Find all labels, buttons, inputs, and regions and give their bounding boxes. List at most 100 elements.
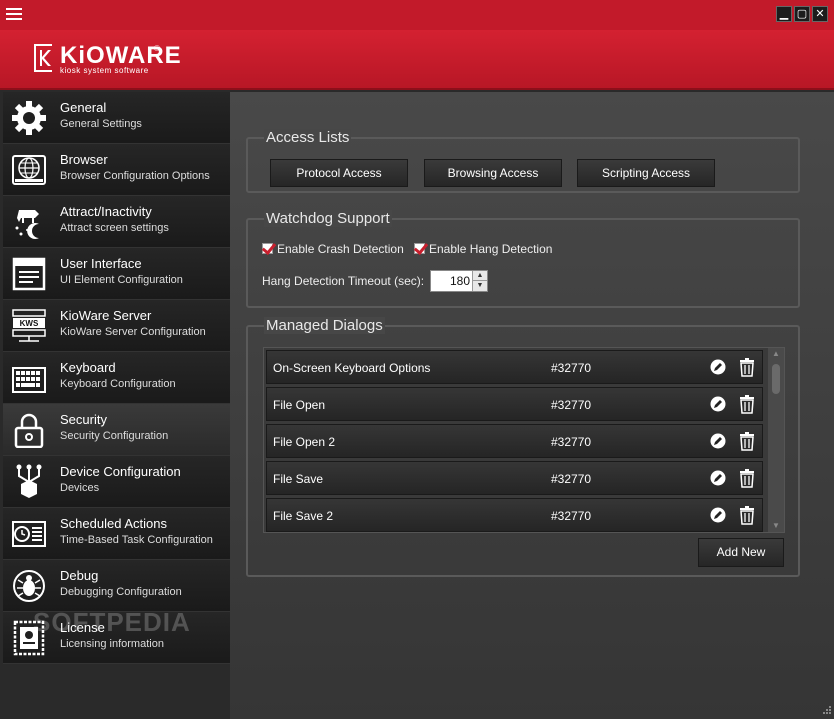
dialog-id: #32770 bbox=[551, 435, 592, 449]
logo-mark-icon bbox=[34, 44, 52, 72]
sidebar-item-title: Debug bbox=[60, 568, 99, 583]
sidebar-item-subtitle: Attract screen settings bbox=[60, 222, 169, 234]
checkbox-label: Enable Hang Detection bbox=[429, 242, 553, 256]
resize-grip-icon[interactable] bbox=[821, 706, 831, 716]
dialogs-list: On-Screen Keyboard Options #32770 File O… bbox=[263, 347, 785, 533]
edit-icon[interactable] bbox=[710, 433, 726, 449]
browser-globe-icon bbox=[12, 155, 46, 185]
protocol-access-button[interactable]: Protocol Access bbox=[270, 159, 408, 187]
sidebar-item-subtitle: UI Element Configuration bbox=[60, 274, 183, 286]
main-panel: Access Lists Protocol Access Browsing Ac… bbox=[230, 92, 834, 719]
stepper-up-icon[interactable]: ▲ bbox=[472, 271, 487, 281]
keyboard-icon bbox=[12, 367, 46, 393]
sidebar-item-title: Scheduled Actions bbox=[60, 516, 167, 531]
sidebar-item-subtitle: General Settings bbox=[60, 118, 142, 130]
logo-tagline: kiosk system software bbox=[60, 66, 149, 75]
sidebar-item-user-interface[interactable]: User Interface UI Element Configuration bbox=[3, 248, 230, 300]
minimize-button[interactable]: ▁ bbox=[776, 6, 792, 22]
browsing-access-button[interactable]: Browsing Access bbox=[424, 159, 562, 187]
list-item[interactable]: On-Screen Keyboard Options #32770 bbox=[266, 350, 763, 384]
stepper-down-icon[interactable]: ▼ bbox=[472, 281, 487, 291]
sidebar-item-browser[interactable]: Browser Browser Configuration Options bbox=[3, 144, 230, 196]
access-lists-group: Access Lists Protocol Access Browsing Ac… bbox=[246, 129, 800, 193]
timeout-stepper[interactable]: ▲ ▼ bbox=[430, 270, 488, 292]
devices-icon bbox=[16, 464, 42, 498]
sidebar-item-subtitle: KioWare Server Configuration bbox=[60, 326, 206, 338]
dialog-id: #32770 bbox=[551, 361, 592, 375]
sidebar-item-security[interactable]: Security Security Configuration bbox=[3, 404, 230, 456]
sidebar-item-scheduled-actions[interactable]: Scheduled Actions Time-Based Task Config… bbox=[3, 508, 230, 560]
sidebar-item-title: General bbox=[60, 100, 107, 115]
list-item[interactable]: File Save #32770 bbox=[266, 461, 763, 495]
sidebar: General General Settings Browser Browser… bbox=[3, 92, 230, 664]
dialog-id: #32770 bbox=[551, 398, 592, 412]
sidebar-item-debug[interactable]: Debug Debugging Configuration bbox=[3, 560, 230, 612]
title-bar: ▁ ▢ ✕ bbox=[0, 0, 834, 30]
logo-registered: ® bbox=[154, 44, 160, 53]
server-badge: KWS bbox=[20, 319, 39, 328]
trash-icon[interactable] bbox=[739, 506, 755, 525]
edit-icon[interactable] bbox=[710, 359, 726, 375]
sidebar-item-subtitle: Browser Configuration Options bbox=[60, 170, 210, 182]
window-controls: ▁ ▢ ✕ bbox=[776, 6, 828, 22]
sidebar-item-title: User Interface bbox=[60, 256, 142, 271]
edit-icon[interactable] bbox=[710, 507, 726, 523]
sidebar-item-title: Device Configuration bbox=[60, 464, 181, 479]
kioware-logo: KiOWARE ® kiosk system software bbox=[30, 42, 181, 78]
brand-header: KiOWARE ® kiosk system software bbox=[0, 30, 834, 90]
watchdog-group: Watchdog Support Enable Crash Detection … bbox=[246, 210, 800, 308]
watermark: SOFTPEDIA bbox=[33, 607, 191, 637]
timeout-label: Hang Detection Timeout (sec): bbox=[262, 274, 425, 288]
maximize-button[interactable]: ▢ bbox=[794, 6, 810, 22]
sidebar-item-device-configuration[interactable]: Device Configuration Devices bbox=[3, 456, 230, 508]
dialogs-scrollbar[interactable]: ▲ ▼ bbox=[768, 348, 784, 532]
sidebar-item-title: KioWare Server bbox=[60, 308, 152, 323]
checkbox-label: Enable Crash Detection bbox=[277, 242, 404, 256]
scripting-access-button[interactable]: Scripting Access bbox=[577, 159, 715, 187]
sidebar-item-subtitle: Licensing information bbox=[60, 638, 164, 650]
trash-icon[interactable] bbox=[739, 432, 755, 451]
sidebar-item-attract[interactable]: Attract/Inactivity Attract screen settin… bbox=[3, 196, 230, 248]
sidebar-item-keyboard[interactable]: Keyboard Keyboard Configuration bbox=[3, 352, 230, 404]
dialog-id: #32770 bbox=[551, 509, 592, 523]
group-title: Managed Dialogs bbox=[264, 317, 385, 334]
dialog-name: On-Screen Keyboard Options bbox=[273, 361, 431, 375]
sidebar-item-kioware-server[interactable]: KWS KioWare Server KioWare Server Config… bbox=[3, 300, 230, 352]
sidebar-item-title: Attract/Inactivity bbox=[60, 204, 152, 219]
list-item[interactable]: File Open 2 #32770 bbox=[266, 424, 763, 458]
sidebar-item-title: Browser bbox=[60, 152, 108, 167]
scroll-up-icon[interactable]: ▲ bbox=[768, 348, 784, 360]
group-title: Watchdog Support bbox=[264, 210, 392, 227]
sidebar-item-general[interactable]: General General Settings bbox=[3, 92, 230, 144]
edit-icon[interactable] bbox=[710, 470, 726, 486]
cow-moon-icon bbox=[15, 210, 39, 239]
checkbox-checked-icon[interactable] bbox=[414, 243, 425, 254]
list-item[interactable]: File Open #32770 bbox=[266, 387, 763, 421]
gear-icon bbox=[12, 101, 46, 135]
add-new-button[interactable]: Add New bbox=[698, 538, 784, 567]
edit-icon[interactable] bbox=[710, 396, 726, 412]
dialog-name: File Open bbox=[273, 398, 326, 412]
close-button[interactable]: ✕ bbox=[812, 6, 828, 22]
dialog-name: File Save 2 bbox=[273, 509, 334, 523]
trash-icon[interactable] bbox=[739, 469, 755, 488]
sidebar-item-subtitle: Keyboard Configuration bbox=[60, 378, 176, 390]
sidebar-item-subtitle: Devices bbox=[60, 482, 100, 494]
sidebar-item-subtitle: Time-Based Task Configuration bbox=[60, 534, 213, 546]
sidebar-item-title: Keyboard bbox=[60, 360, 116, 375]
checkbox-checked-icon[interactable] bbox=[262, 243, 273, 254]
scroll-thumb[interactable] bbox=[772, 364, 780, 394]
sidebar-item-subtitle: Security Configuration bbox=[60, 430, 169, 442]
trash-icon[interactable] bbox=[739, 395, 755, 414]
window-icon bbox=[12, 257, 46, 291]
bug-icon bbox=[13, 570, 45, 602]
scroll-down-icon[interactable]: ▼ bbox=[768, 520, 784, 532]
timeout-input[interactable] bbox=[431, 271, 473, 291]
hang-detection-checkbox[interactable]: Enable Hang Detection bbox=[414, 242, 552, 256]
sidebar-item-subtitle: Debugging Configuration bbox=[60, 586, 182, 598]
trash-icon[interactable] bbox=[739, 358, 755, 377]
dialog-name: File Open 2 bbox=[273, 435, 336, 449]
list-item[interactable]: File Save 2 #32770 bbox=[266, 498, 763, 532]
crash-detection-checkbox[interactable]: Enable Crash Detection bbox=[262, 242, 404, 256]
hamburger-menu-icon[interactable] bbox=[6, 8, 22, 22]
